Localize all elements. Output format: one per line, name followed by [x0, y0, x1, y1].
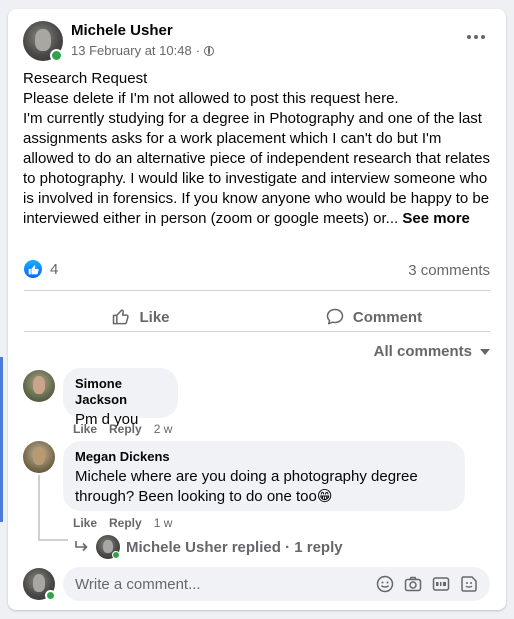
comment-author[interactable]: Megan Dickens [75, 449, 453, 465]
commenter-avatar[interactable] [23, 441, 55, 473]
comment-count-link[interactable]: 3 comments [408, 262, 490, 279]
reaction-count: 4 [50, 260, 59, 278]
comment-button-label: Comment [352, 308, 423, 326]
comment-reply-button[interactable]: Reply [109, 516, 142, 530]
comment-age[interactable]: 1 w [154, 516, 173, 530]
online-status-indicator [50, 49, 63, 62]
reaction-summary[interactable]: 4 [24, 260, 58, 278]
thread-connector [38, 475, 40, 541]
globe-icon [204, 45, 215, 56]
camera-icon[interactable] [404, 575, 422, 593]
post-card: Michele Usher 13 February at 10:48 · Res… [8, 9, 506, 610]
comment-input[interactable]: Write a comment... [63, 567, 490, 601]
emoji-icon[interactable] [376, 575, 394, 593]
online-status-indicator [112, 551, 120, 559]
reply-summary-text: replied · 1 reply [231, 538, 343, 556]
post-paragraph: I'm currently studying for a degree in P… [23, 110, 490, 227]
like-reaction-icon [24, 260, 42, 278]
post-paragraph: Research Request [23, 70, 148, 87]
like-button[interactable]: Like [24, 299, 257, 335]
chevron-down-icon [480, 348, 490, 355]
reply-author-name: Michele Usher [126, 538, 228, 556]
online-status-indicator [45, 590, 56, 601]
comment-filter-dropdown[interactable]: All comments [374, 343, 490, 360]
comment-like-button[interactable]: Like [73, 422, 97, 436]
more-options-icon[interactable] [462, 29, 490, 45]
thread-connector [38, 539, 68, 541]
post-meta: 13 February at 10:48 · [71, 43, 215, 58]
comment-text: Michele where are you doing a photograph… [75, 468, 418, 505]
comment-like-button[interactable]: Like [73, 516, 97, 530]
reply-arrow-icon [74, 540, 90, 554]
post-timestamp[interactable]: 13 February at 10:48 [71, 43, 192, 58]
comment-bubble: Megan Dickens Michele where are you doin… [63, 441, 465, 511]
grinning-face-emoji: 😁 [316, 488, 333, 505]
comment-bubble-icon [325, 307, 345, 327]
comment-age[interactable]: 2 w [154, 422, 173, 436]
comment-author[interactable]: Simone Jackson [75, 376, 166, 408]
comment-reply-button[interactable]: Reply [109, 422, 142, 436]
commenter-avatar[interactable] [23, 370, 55, 402]
post-author-name[interactable]: Michele Usher [71, 22, 173, 39]
like-button-label: Like [139, 308, 170, 326]
meta-separator: · [195, 43, 201, 58]
composer-tools [376, 575, 478, 593]
thumbs-up-icon [111, 307, 131, 327]
see-more-link[interactable]: See more [402, 210, 470, 227]
sticker-icon[interactable] [460, 575, 478, 593]
unread-thread-marker [0, 357, 3, 522]
post-body: Research Request Please delete if I'm no… [23, 69, 493, 229]
gif-icon[interactable] [432, 575, 450, 593]
comment-actions: Like Reply 1 w [73, 516, 172, 530]
comment-input-placeholder: Write a comment... [75, 575, 201, 593]
divider [24, 331, 490, 332]
view-replies-link[interactable]: Michele Usher replied · 1 reply [74, 535, 343, 559]
comment-button[interactable]: Comment [257, 299, 490, 335]
comment-bubble: Simone Jackson Pm d you [63, 368, 178, 428]
comment-actions: Like Reply 2 w [73, 422, 172, 436]
divider [24, 290, 490, 291]
post-paragraph: Please delete if I'm not allowed to post… [23, 90, 399, 107]
comment-filter-label: All comments [373, 343, 472, 360]
